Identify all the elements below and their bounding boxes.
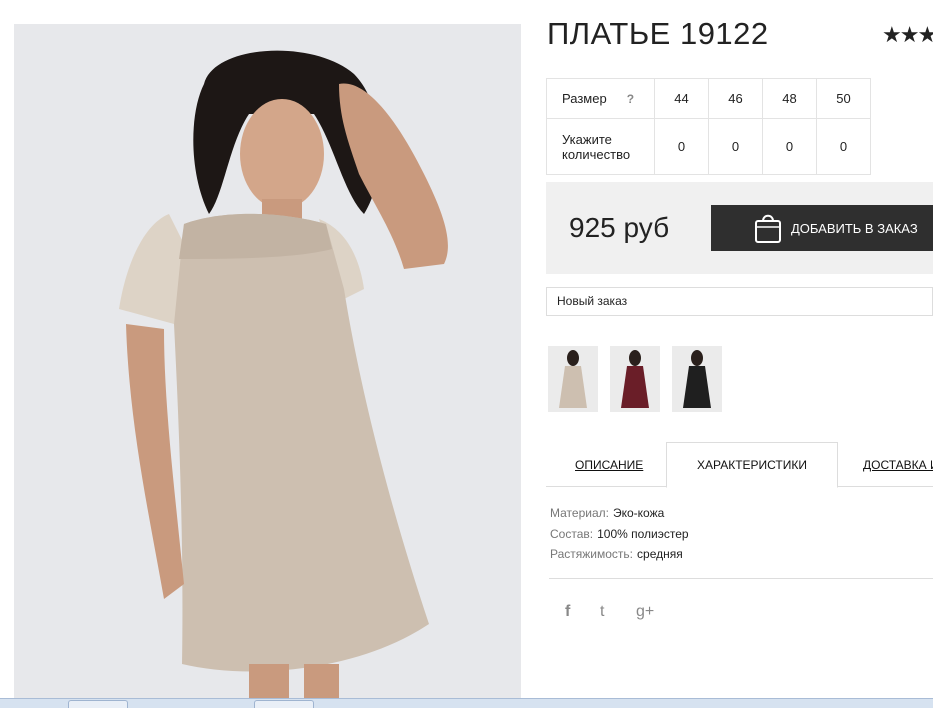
size-label: Размер [562, 91, 607, 106]
quantity-input-48[interactable]: 0 [762, 118, 817, 175]
spec-row: Состав: 100% полиэстер [550, 527, 689, 541]
product-main-photo[interactable] [14, 24, 521, 700]
thumbnail-burgundy[interactable] [610, 346, 660, 412]
order-select[interactable]: Новый заказ [546, 287, 933, 316]
rating-stars: ★★★ [882, 22, 933, 47]
size-help-icon[interactable]: ? [627, 92, 634, 106]
spec-key: Материал: [550, 506, 609, 520]
shopping-bag-icon [755, 214, 781, 243]
spec-value: Эко-кожа [612, 506, 665, 520]
spec-value: средняя [637, 547, 683, 561]
product-title: ПЛАТЬЕ 19122 [547, 16, 769, 51]
size-44: 44 [654, 78, 709, 119]
google-plus-icon[interactable]: g+ [636, 603, 654, 621]
facebook-icon[interactable]: f [565, 603, 570, 621]
size-46: 46 [708, 78, 763, 119]
add-to-order-button[interactable]: ДОБАВИТЬ В ЗАКАЗ [711, 205, 933, 251]
spec-key: Растяжимость: [550, 547, 634, 561]
tab-description[interactable]: ОПИСАНИЕ [575, 458, 643, 472]
thumbnail-beige[interactable] [548, 346, 598, 412]
thumbnail-black[interactable] [672, 346, 722, 412]
black-dress-thumbnail [672, 346, 722, 412]
quantity-label: Укажите количество [546, 118, 655, 175]
tab-delivery[interactable]: ДОСТАВКА И [863, 458, 933, 472]
size-50: 50 [816, 78, 871, 119]
burgundy-dress-thumbnail [610, 346, 660, 412]
size-48: 48 [762, 78, 817, 119]
section-divider [549, 578, 933, 579]
twitter-icon[interactable]: t [600, 603, 604, 621]
quantity-input-50[interactable]: 0 [816, 118, 871, 175]
price: 925 руб [569, 212, 670, 243]
size-quantity-table: Размер? 44 46 48 50 Укажите количество 0… [546, 78, 871, 175]
spec-value: 100% полиэстер [597, 527, 689, 541]
quantity-input-46[interactable]: 0 [708, 118, 763, 175]
add-to-order-label: ДОБАВИТЬ В ЗАКАЗ [791, 220, 918, 236]
quantity-input-44[interactable]: 0 [654, 118, 709, 175]
tab-characteristics[interactable]: ХАРАКТЕРИСТИКИ [697, 458, 807, 472]
spec-key: Состав: [550, 527, 594, 541]
size-label-cell: Размер? [546, 78, 655, 119]
spec-row: Материал: Эко-кожа [550, 506, 664, 520]
spec-row: Растяжимость: средняя [550, 547, 683, 561]
beige-dress-thumbnail [548, 346, 598, 412]
